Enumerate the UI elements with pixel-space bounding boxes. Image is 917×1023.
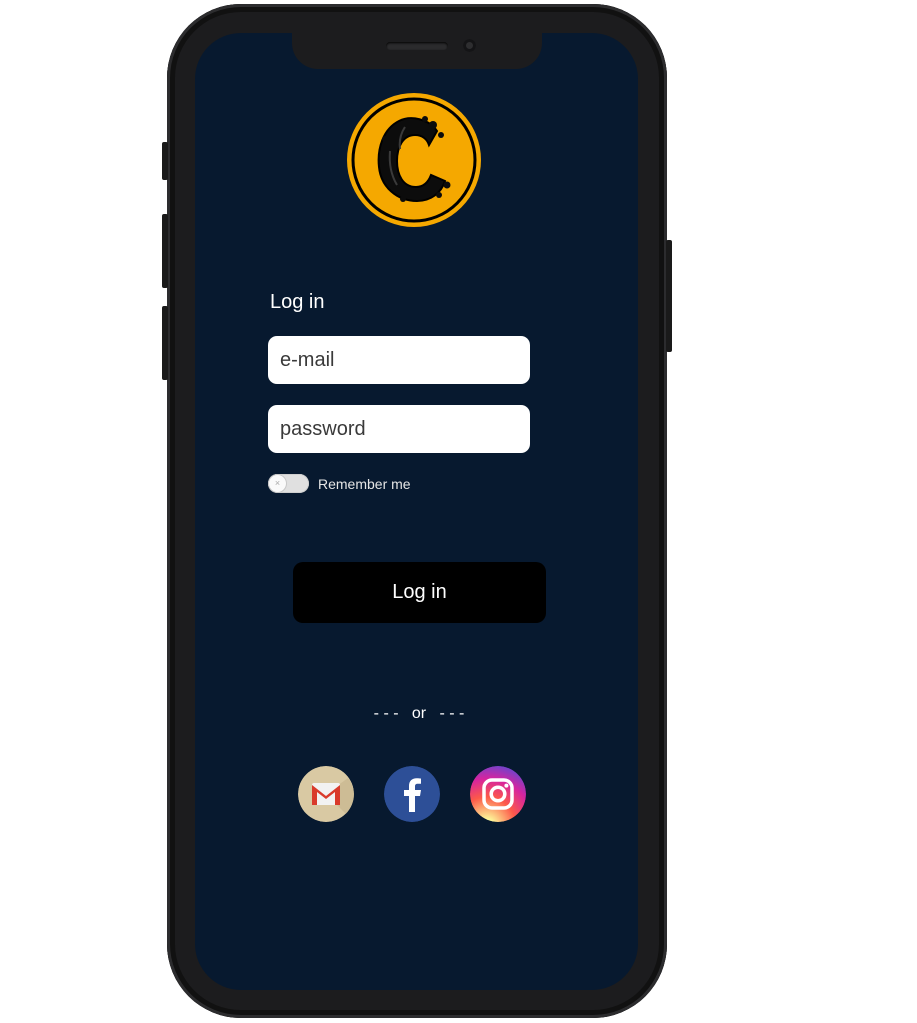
or-divider: - - - or - - - bbox=[373, 705, 465, 722]
front-camera bbox=[463, 39, 476, 52]
email-input[interactable] bbox=[268, 336, 530, 384]
power-button bbox=[666, 240, 672, 352]
stage: Log in × Remember me Log in - - - or - -… bbox=[0, 0, 917, 1023]
silent-switch bbox=[162, 142, 168, 180]
login-button[interactable]: Log in bbox=[293, 562, 546, 623]
remember-me-row: × Remember me bbox=[268, 474, 411, 493]
speaker-grille bbox=[386, 42, 448, 50]
gmail-login-button[interactable] bbox=[298, 766, 354, 822]
volume-down-button bbox=[162, 306, 168, 380]
remember-me-toggle[interactable]: × bbox=[268, 474, 309, 493]
login-title: Log in bbox=[270, 291, 325, 313]
app-logo bbox=[347, 93, 481, 227]
remember-me-label: Remember me bbox=[318, 475, 411, 492]
facebook-login-button[interactable] bbox=[384, 766, 440, 822]
volume-up-button bbox=[162, 214, 168, 288]
toggle-off-icon: × bbox=[269, 475, 286, 492]
facebook-icon bbox=[384, 766, 440, 822]
password-input[interactable] bbox=[268, 405, 530, 453]
instagram-login-button[interactable] bbox=[470, 766, 526, 822]
instagram-icon bbox=[470, 766, 526, 822]
gmail-icon bbox=[298, 766, 354, 822]
